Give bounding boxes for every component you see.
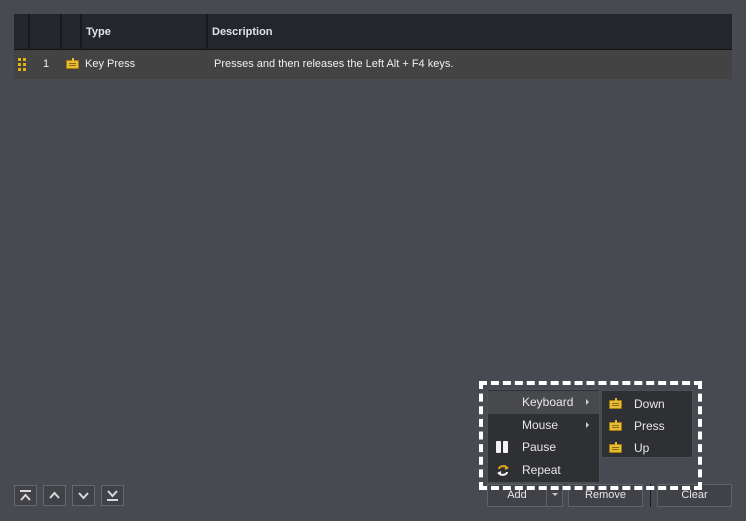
header-icon <box>62 14 82 50</box>
move-down-button[interactable] <box>72 485 95 506</box>
menu-item-mouse[interactable]: Mouse <box>488 414 599 437</box>
add-menu: Keyboard Mouse Pause Repeat <box>487 389 600 483</box>
header-grip <box>14 14 30 50</box>
menu-item-label: Down <box>634 397 665 411</box>
double-chevron-down-icon <box>107 490 118 501</box>
row-description: Presses and then releases the Left Alt +… <box>214 58 454 70</box>
keyboard-icon <box>609 420 622 431</box>
move-up-button[interactable] <box>43 485 66 506</box>
menu-item-label: Keyboard <box>522 395 574 409</box>
menu-item-label: Mouse <box>522 417 559 432</box>
submenu-item-up[interactable]: Up <box>602 437 692 459</box>
caret-down-icon <box>551 492 558 496</box>
keyboard-icon <box>609 398 622 409</box>
repeat-icon <box>497 464 509 476</box>
menu-item-label: Repeat <box>522 462 561 477</box>
remove-button[interactable]: Remove <box>568 484 643 507</box>
clear-button[interactable]: Clear <box>657 484 732 507</box>
separator <box>650 484 651 507</box>
menu-item-label: Pause <box>522 440 557 454</box>
menu-item-keyboard[interactable]: Keyboard <box>488 391 599 414</box>
pause-icon <box>496 441 508 453</box>
header-description[interactable]: Description <box>208 14 732 50</box>
keyboard-icon <box>609 442 622 453</box>
menu-item-label: Press <box>634 419 665 433</box>
chevron-down-icon <box>78 492 89 500</box>
keyboard-icon <box>62 50 82 79</box>
table-row[interactable]: 1 Key Press Presses and then releases th… <box>14 50 732 79</box>
menu-item-label: Up <box>634 441 650 455</box>
macro-editor: Type Description 1 Key Press Presses and… <box>0 0 746 521</box>
chevron-up-icon <box>49 491 60 499</box>
reorder-buttons <box>14 485 124 506</box>
submenu-arrow-icon <box>586 399 589 405</box>
add-button[interactable]: Add <box>487 484 547 507</box>
add-dropdown-button[interactable] <box>546 484 563 507</box>
menu-item-repeat[interactable]: Repeat <box>488 459 599 482</box>
move-to-top-button[interactable] <box>14 485 37 506</box>
submenu-arrow-icon <box>586 421 589 428</box>
submenu-item-down[interactable]: Down <box>602 393 692 415</box>
row-type: Key Press <box>85 58 136 70</box>
header-type[interactable]: Type <box>82 14 208 50</box>
double-chevron-up-icon <box>20 490 31 501</box>
drag-grip-icon[interactable] <box>14 50 30 79</box>
table-header: Type Description <box>14 14 732 50</box>
keyboard-submenu: Down Press Up <box>601 390 693 458</box>
action-table: Type Description 1 Key Press Presses and… <box>14 14 732 79</box>
menu-item-pause[interactable]: Pause <box>488 436 599 459</box>
header-number <box>30 14 62 50</box>
row-number: 1 <box>42 58 50 70</box>
submenu-item-press[interactable]: Press <box>602 415 692 437</box>
move-to-bottom-button[interactable] <box>101 485 124 506</box>
